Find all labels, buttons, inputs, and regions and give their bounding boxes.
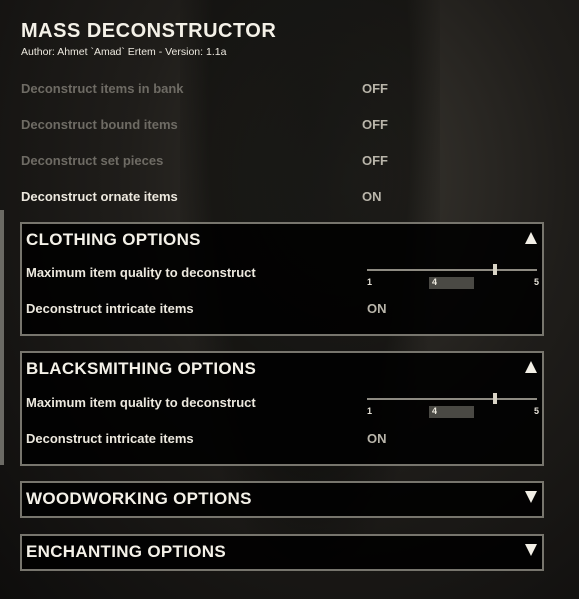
slider-min: 1 xyxy=(367,406,373,416)
intricate-label: Deconstruct intricate items xyxy=(26,301,194,316)
addon-title: MASS DECONSTRUCTOR xyxy=(21,20,277,42)
section-header[interactable]: ENCHANTING OPTIONS xyxy=(26,542,226,562)
triangle-down-icon[interactable] xyxy=(525,544,537,556)
setting-toggle[interactable]: OFF xyxy=(362,81,388,96)
setting-label: Deconstruct bound items xyxy=(21,117,178,132)
slider-max: 5 xyxy=(533,277,539,287)
section-woodworking[interactable]: WOODWORKING OPTIONS xyxy=(20,481,544,518)
section-header[interactable]: WOODWORKING OPTIONS xyxy=(26,489,252,509)
setting-ornate-items[interactable]: Deconstruct ornate items ON xyxy=(21,186,541,208)
section-header[interactable]: CLOTHING OPTIONS xyxy=(26,230,201,250)
section-blacksmithing: BLACKSMITHING OPTIONS Maximum item quali… xyxy=(20,351,544,466)
section-enchanting[interactable]: ENCHANTING OPTIONS xyxy=(20,534,544,571)
slider-thumb[interactable] xyxy=(493,264,497,275)
setting-bound-items[interactable]: Deconstruct bound items OFF xyxy=(21,114,541,136)
section-header[interactable]: BLACKSMITHING OPTIONS xyxy=(26,359,256,379)
slider-value-box[interactable]: 4 xyxy=(429,277,474,289)
slider-value: 4 xyxy=(432,277,438,287)
slider-track[interactable] xyxy=(367,398,537,400)
setting-toggle[interactable]: ON xyxy=(362,189,382,204)
slider-value: 4 xyxy=(432,406,438,416)
quality-label: Maximum item quality to deconstruct xyxy=(26,395,256,410)
setting-label: Deconstruct ornate items xyxy=(21,189,178,204)
setting-toggle[interactable]: OFF xyxy=(362,117,388,132)
triangle-down-icon[interactable] xyxy=(525,491,537,503)
intricate-toggle[interactable]: ON xyxy=(367,431,387,446)
triangle-up-icon[interactable] xyxy=(525,232,537,244)
quality-slider[interactable]: 1 4 5 xyxy=(367,393,539,420)
intricate-label: Deconstruct intricate items xyxy=(26,431,194,446)
addon-subtitle: Author: Ahmet `Amad` Ertem - Version: 1.… xyxy=(21,46,227,58)
quality-label: Maximum item quality to deconstruct xyxy=(26,265,256,280)
setting-toggle[interactable]: OFF xyxy=(362,153,388,168)
triangle-up-icon[interactable] xyxy=(525,361,537,373)
setting-set-pieces[interactable]: Deconstruct set pieces OFF xyxy=(21,150,541,172)
slider-value-box[interactable]: 4 xyxy=(429,406,474,418)
setting-label: Deconstruct set pieces xyxy=(21,153,164,168)
slider-min: 1 xyxy=(367,277,373,287)
quality-slider[interactable]: 1 4 5 xyxy=(367,264,539,291)
slider-max: 5 xyxy=(533,406,539,416)
slider-track[interactable] xyxy=(367,269,537,271)
setting-bank-items[interactable]: Deconstruct items in bank OFF xyxy=(21,78,541,100)
setting-label: Deconstruct items in bank xyxy=(21,81,184,96)
slider-thumb[interactable] xyxy=(493,393,497,404)
scrollbar-edge xyxy=(0,210,4,465)
intricate-toggle[interactable]: ON xyxy=(367,301,387,316)
section-clothing: CLOTHING OPTIONS Maximum item quality to… xyxy=(20,222,544,336)
